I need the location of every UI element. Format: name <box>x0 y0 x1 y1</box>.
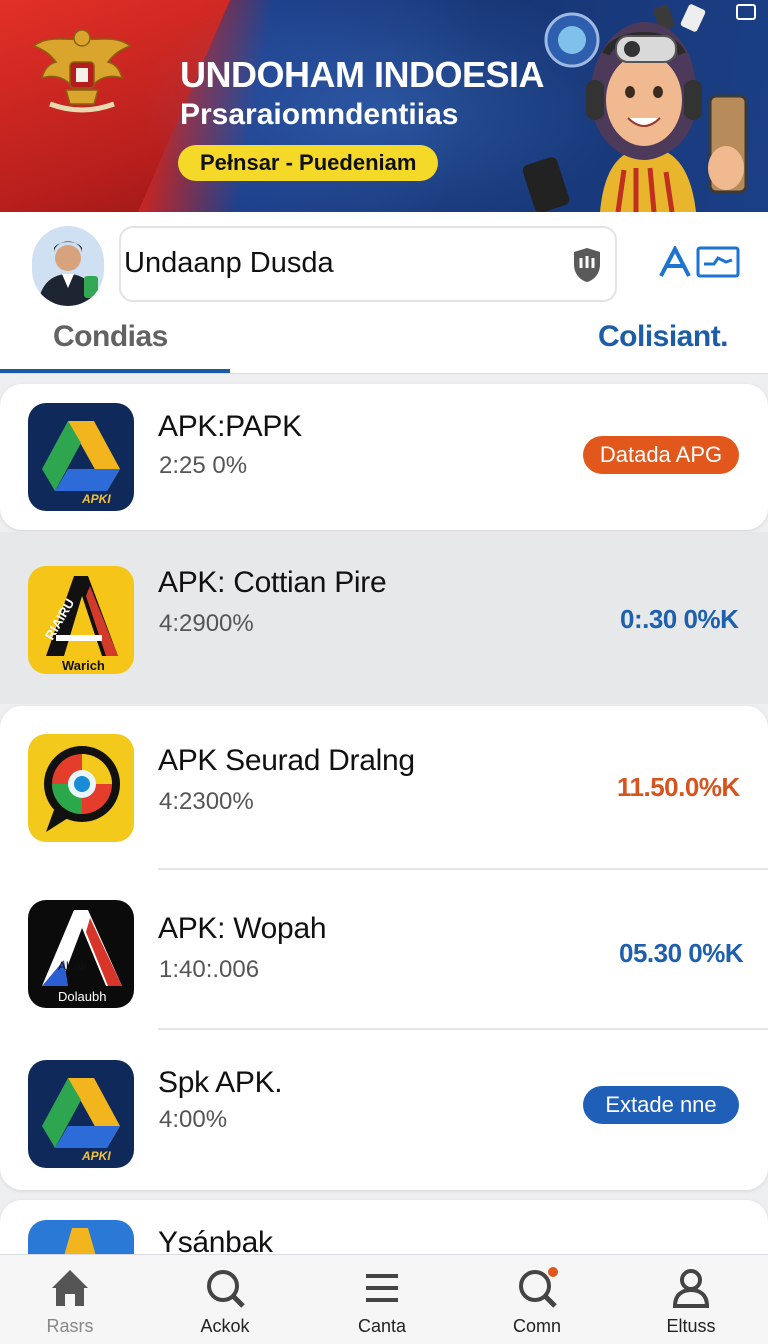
app-value: 0:.30 0%K <box>620 604 739 634</box>
banner-subtitle: Prsaraiomndentiias <box>180 98 459 131</box>
app-icon-watch: RIAIRU Warich <box>28 566 134 674</box>
app-meta: 4:2900% <box>159 610 254 637</box>
promo-banner[interactable]: UNDOHAM INDOESIA Prsaraiomndentiias Pełn… <box>0 0 768 212</box>
status-battery-icon <box>736 4 756 20</box>
app-name: APK: Cottian Pire <box>158 566 387 599</box>
mascot-illustration <box>522 4 748 212</box>
app-icon-wopah: Aloiw Dolaubh <box>28 900 134 1008</box>
app-icon-drive: APKI <box>28 1060 134 1168</box>
shield-icon[interactable] <box>568 244 606 284</box>
extend-button[interactable]: Extade nne <box>583 1086 739 1124</box>
app-icon-caption: Warich <box>62 658 105 673</box>
app-value: 11.50.0%K <box>617 772 740 802</box>
active-tab-indicator <box>0 369 230 373</box>
app-icon-drive: APKI <box>28 403 134 511</box>
app-icon-side-text: Aloiw <box>58 959 87 973</box>
app-name: APK Seurad Dralng <box>158 744 415 777</box>
status-bar-icons <box>736 4 756 20</box>
search-icon <box>207 1270 245 1308</box>
nav-label: Ackok <box>200 1316 250 1336</box>
avatar[interactable] <box>32 226 104 306</box>
app-icon-chat <box>28 734 134 842</box>
tab-condias[interactable]: Condias <box>53 320 168 354</box>
banner-pill[interactable]: Pełnsar - Puedeniam <box>178 145 439 181</box>
row-divider <box>158 1028 768 1030</box>
translate-icon[interactable] <box>658 246 692 278</box>
menu-icon <box>366 1274 398 1302</box>
search-input[interactable]: Undaanp Dusda <box>124 247 334 280</box>
app-name: APK: Wopah <box>158 912 327 945</box>
row-divider <box>158 868 768 870</box>
app-icon-caption: APKI <box>81 492 111 506</box>
garuda-emblem-icon <box>32 29 132 113</box>
app-value: 05.30 0%K <box>619 938 744 968</box>
nav-menu[interactable]: Canta <box>327 1266 437 1338</box>
app-meta: 4:2300% <box>159 788 254 815</box>
app-name: APK:PAPK <box>158 410 302 443</box>
nav-label: Eltuss <box>666 1316 716 1336</box>
app-icon-partial <box>28 1220 134 1256</box>
search-notification-icon <box>519 1267 558 1308</box>
tab-colisiant[interactable]: Colisiant. <box>598 320 729 354</box>
nav-label: Comn <box>512 1316 561 1336</box>
user-icon <box>672 1269 710 1308</box>
nav-label: Rasrs <box>46 1316 94 1336</box>
nav-profile[interactable]: Eltuss <box>636 1266 746 1338</box>
download-button[interactable]: Datada APG <box>583 436 739 474</box>
app-meta: 4:00% <box>159 1106 228 1133</box>
card-icon[interactable] <box>696 246 740 278</box>
nav-search[interactable]: Ackok <box>170 1266 280 1338</box>
app-meta: 2:25 0% <box>159 452 248 479</box>
nav-label: Canta <box>357 1316 407 1336</box>
nav-home[interactable]: Rasrs <box>15 1266 125 1338</box>
app-icon-caption: Dolaubh <box>58 989 106 1004</box>
home-icon <box>52 1270 88 1306</box>
app-name: Spk APK. <box>158 1066 283 1099</box>
app-icon-caption: APKI <box>81 1149 111 1163</box>
banner-title: UNDOHAM INDOESIA <box>180 54 545 95</box>
app-meta: 1:40:.006 <box>159 956 260 983</box>
nav-comm[interactable]: Comn <box>482 1266 592 1338</box>
